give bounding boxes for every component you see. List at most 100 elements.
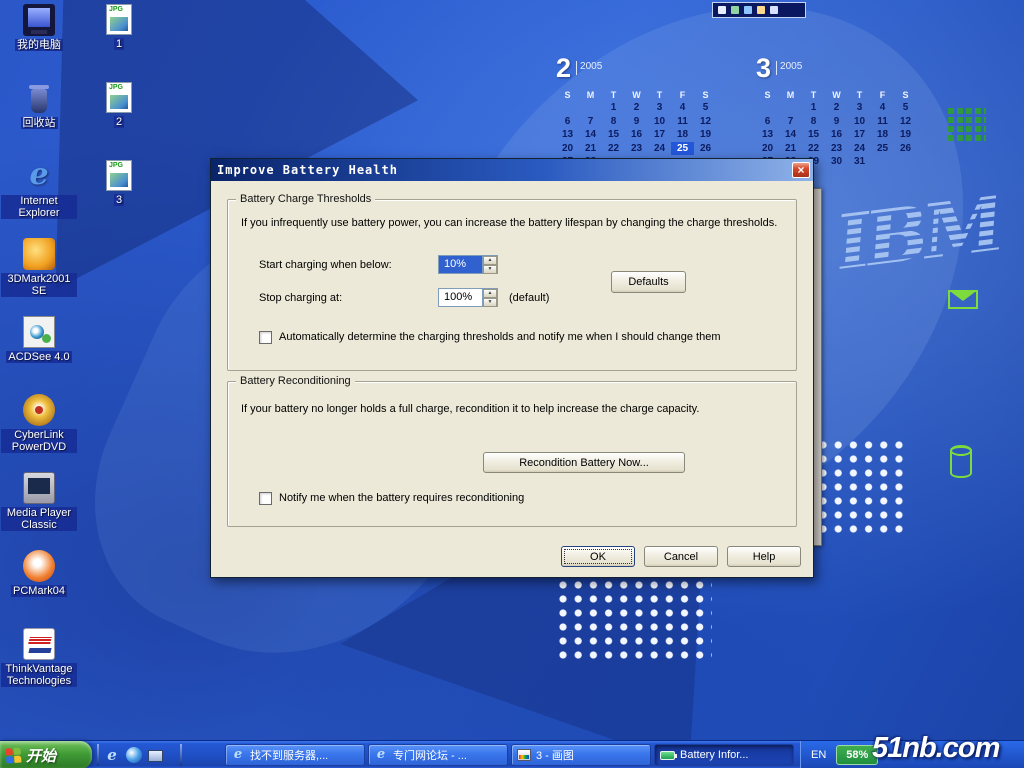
spin-down-icon[interactable] xyxy=(483,265,497,274)
calendar-weekday: F xyxy=(871,88,894,101)
calendar-march-2005: 3 2005 SMTWTFS12345678910111213141516171… xyxy=(756,53,920,169)
desktop-icon-mpc[interactable]: Media Player Classic xyxy=(0,472,78,550)
calendar-day: 15 xyxy=(802,128,825,142)
calendar-day: 30 xyxy=(825,155,848,169)
battery-icon xyxy=(660,751,675,760)
desktop-icon-jpg[interactable]: JPG1 xyxy=(80,4,158,82)
calendar-day: 2 xyxy=(825,101,848,115)
recondition-battery-button[interactable]: Recondition Battery Now... xyxy=(483,452,685,473)
ok-button[interactable]: OK xyxy=(561,546,635,567)
gauge-icon[interactable] xyxy=(744,6,752,14)
notify-reconditioning-label: Notify me when the battery requires reco… xyxy=(279,492,524,504)
group-title: Battery Reconditioning xyxy=(236,375,355,387)
calendar-day: 5 xyxy=(894,101,917,115)
defaults-button[interactable]: Defaults xyxy=(611,271,686,293)
wallpaper-dots-grid xyxy=(558,580,712,664)
calendar-day: 8 xyxy=(602,115,625,129)
powerdvd-icon xyxy=(23,394,55,426)
desktop-icon-my-computer[interactable]: 我的电脑 xyxy=(0,4,78,82)
calendar-day: 23 xyxy=(625,142,648,156)
dialog-title-bar[interactable]: Improve Battery Health × xyxy=(211,159,813,181)
taskbar-task-button[interactable]: Battery Infor... xyxy=(654,744,794,766)
taskbar-divider xyxy=(180,744,182,766)
calendar-empty-cell xyxy=(894,155,917,169)
calendar-year: 2005 xyxy=(580,61,602,72)
mpc-icon xyxy=(23,472,55,504)
spinner-buttons xyxy=(482,256,497,273)
calendar-day: 3 xyxy=(648,101,671,115)
grid-icon[interactable] xyxy=(770,6,778,14)
calendar-header: 2 2005 xyxy=(556,53,720,87)
jpg-badge: JPG xyxy=(109,162,123,169)
calendar-day: 21 xyxy=(779,142,802,156)
calendar-empty-cell xyxy=(779,101,802,115)
desktop-icon-label: PCMark04 xyxy=(11,585,67,597)
calendar-month-number: 2 xyxy=(556,53,571,83)
auto-determine-row: Automatically determine the charging thr… xyxy=(259,331,779,344)
auto-determine-label: Automatically determine the charging thr… xyxy=(279,331,720,343)
calendar-weekday: T xyxy=(602,88,625,101)
calendar-weekday: S xyxy=(756,88,779,101)
calendar-day: 6 xyxy=(556,115,579,129)
desktop-icon-label: 我的电脑 xyxy=(15,39,63,51)
close-icon[interactable]: × xyxy=(792,162,810,178)
cancel-button[interactable]: Cancel xyxy=(644,546,718,567)
auto-determine-checkbox[interactable] xyxy=(259,331,272,344)
calendar-weekday: F xyxy=(671,88,694,101)
desktop-icon-pcmark[interactable]: PCMark04 xyxy=(0,550,78,628)
pen-icon[interactable] xyxy=(757,6,765,14)
calendar-day: 24 xyxy=(848,142,871,156)
thresholds-description: If you infrequently use battery power, y… xyxy=(241,217,789,229)
help-button[interactable]: Help xyxy=(727,546,801,567)
calendar-day: 12 xyxy=(894,115,917,129)
calendar-day: 11 xyxy=(871,115,894,129)
desktop-icon-jpg[interactable]: JPG3 xyxy=(80,160,158,238)
spin-down-icon[interactable] xyxy=(483,298,497,307)
start-button-label: 开始 xyxy=(26,745,56,766)
calendar-weekday: S xyxy=(894,88,917,101)
desktop-icon-powerdvd[interactable]: CyberLink PowerDVD xyxy=(0,394,78,472)
calendar-separator xyxy=(776,61,777,75)
reconditioning-description: If your battery no longer holds a full c… xyxy=(241,403,781,415)
ie-quicklaunch-icon[interactable] xyxy=(104,747,120,763)
desktop-icon-jpg[interactable]: JPG2 xyxy=(80,82,158,160)
desktop-quicklaunch-icon[interactable] xyxy=(148,750,163,762)
start-charging-value[interactable]: 10% xyxy=(439,256,482,273)
ie-icon xyxy=(231,748,245,762)
ie-icon xyxy=(374,748,388,762)
desktop: IBM 我的电脑回收站Internet Explorer3DMark2001 S… xyxy=(0,0,1024,768)
spin-up-icon[interactable] xyxy=(483,289,497,298)
media-quicklaunch-icon[interactable] xyxy=(126,747,142,763)
desktop-icon-thinkvantage[interactable]: ThinkVantage Technologies xyxy=(0,628,78,706)
desktop-icon-label: ACDSee 4.0 xyxy=(6,351,71,363)
language-indicator[interactable]: EN xyxy=(811,749,826,761)
notify-reconditioning-checkbox[interactable] xyxy=(259,492,272,505)
desktop-icon-acdsee[interactable]: ACDSee 4.0 xyxy=(0,316,78,394)
calendar-day: 2 xyxy=(625,101,648,115)
calendar-day: 16 xyxy=(825,128,848,142)
ibm-logo: IBM xyxy=(832,184,1005,283)
jpg-icon: JPG xyxy=(106,82,132,113)
calendar-day: 7 xyxy=(779,115,802,129)
desktop-icon-threedmark[interactable]: 3DMark2001 SE xyxy=(0,238,78,316)
desktop-icon-ie[interactable]: Internet Explorer xyxy=(0,160,78,238)
pcmark-icon xyxy=(23,550,55,582)
taskbar-task-button[interactable]: 3 - 画图 xyxy=(511,744,651,766)
power-mini-toolbar[interactable] xyxy=(712,2,806,18)
jpg-icon: JPG xyxy=(106,160,132,191)
desktop-icon-label: 1 xyxy=(114,38,124,50)
default-note: (default) xyxy=(509,292,549,304)
group-title: Battery Charge Thresholds xyxy=(236,193,375,205)
stop-charging-value[interactable]: 100% xyxy=(439,289,482,306)
battery-icon[interactable] xyxy=(731,6,739,14)
taskbar-task-button[interactable]: 找不到服务器,... xyxy=(225,744,365,766)
stop-charging-spinner[interactable]: 100% xyxy=(438,288,498,307)
spin-up-icon[interactable] xyxy=(483,256,497,265)
desktop-icon-recycle-bin[interactable]: 回收站 xyxy=(0,82,78,160)
plug-icon[interactable] xyxy=(718,6,726,14)
calendar-day: 4 xyxy=(871,101,894,115)
start-charging-spinner[interactable]: 10% xyxy=(438,255,498,274)
taskbar-task-button[interactable]: 专门网论坛 - ... xyxy=(368,744,508,766)
start-button[interactable]: 开始 xyxy=(0,741,92,768)
calendar-weekday: T xyxy=(648,88,671,101)
